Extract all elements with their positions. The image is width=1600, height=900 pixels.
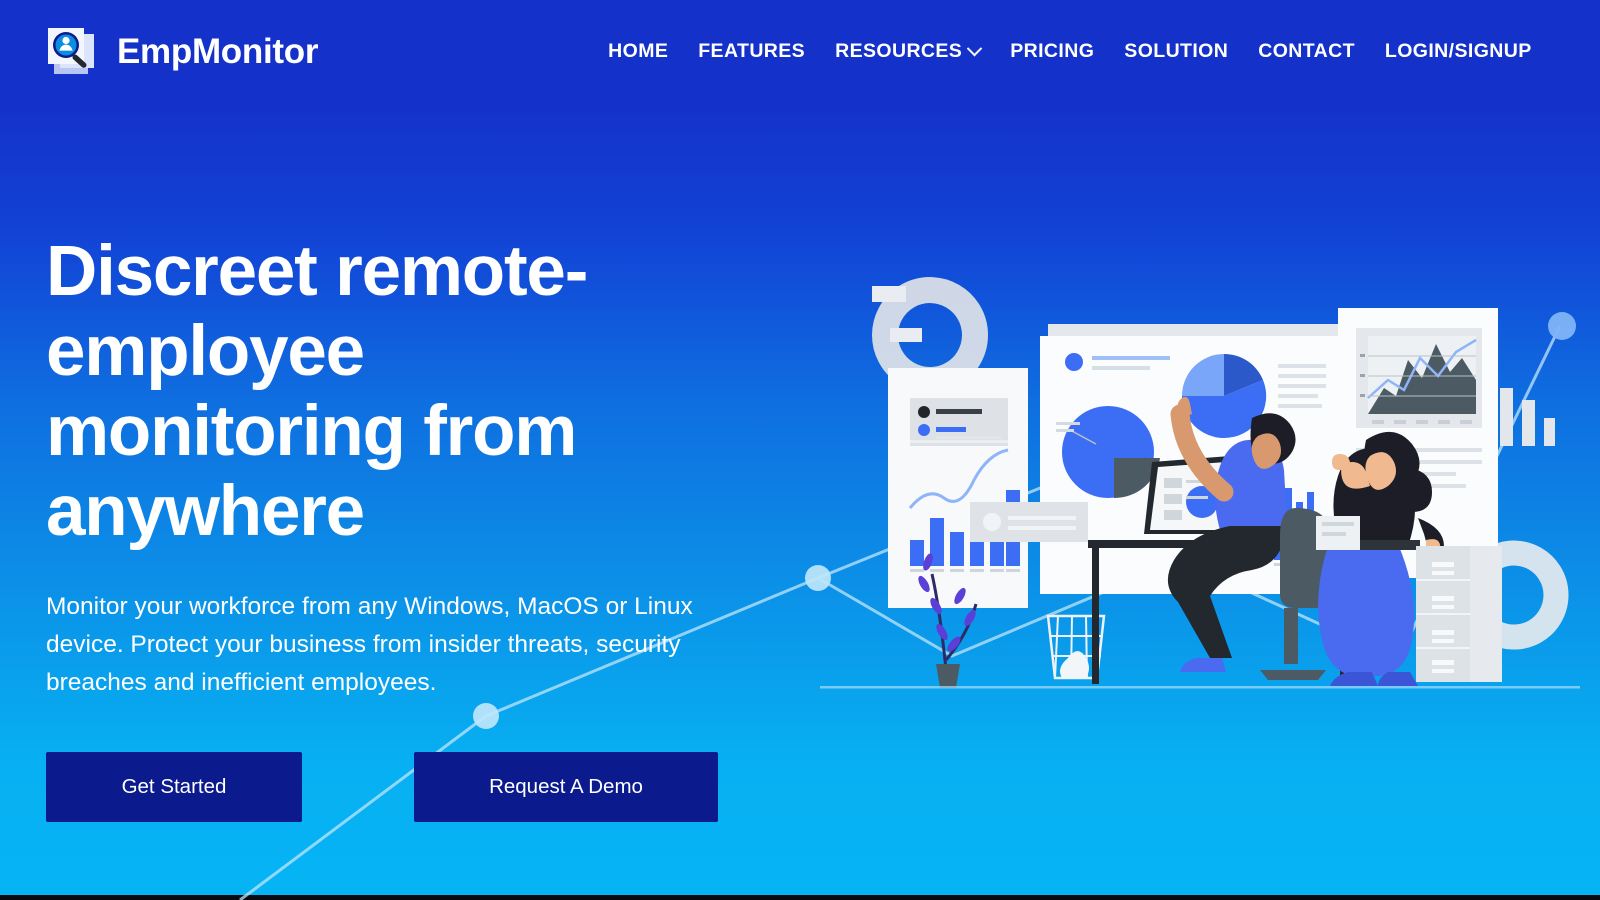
request-demo-button[interactable]: Request A Demo — [414, 752, 718, 822]
nav-item-resources[interactable]: RESOURCES — [835, 40, 983, 63]
nav-item-label: HOME — [608, 40, 669, 62]
get-started-button[interactable]: Get Started — [46, 752, 302, 822]
nav-item-label: PRICING — [1010, 40, 1095, 62]
nav-item-label: FEATURES — [698, 40, 806, 62]
site-header: EmpMonitor HOME FEATURES RESOURCES PRICI… — [0, 0, 1600, 103]
nav-item-features[interactable]: FEATURES — [698, 40, 805, 63]
cta-row: Get Started Request A Demo — [46, 752, 786, 822]
page-title: Discreet remote-employee monitoring from… — [46, 232, 588, 551]
brand-name: EmpMonitor — [117, 31, 319, 71]
filing-cabinet — [1416, 546, 1502, 682]
landing-page: EmpMonitor HOME FEATURES RESOURCES PRICI… — [0, 0, 1600, 900]
left-dashboard-panel — [888, 368, 1028, 608]
main-navigation: HOME FEATURES RESOURCES PRICING SOLUTION… — [608, 40, 1532, 63]
hero-subtext: Monitor your workforce from any Windows,… — [46, 593, 693, 696]
nav-item-contact[interactable]: CONTACT — [1258, 40, 1355, 63]
nav-item-home[interactable]: HOME — [608, 40, 668, 63]
nav-item-label: LOGIN/SIGNUP — [1384, 40, 1532, 62]
nav-item-label: CONTACT — [1258, 40, 1355, 62]
nav-item-solution[interactable]: SOLUTION — [1124, 40, 1228, 63]
brand-logo[interactable]: EmpMonitor — [46, 24, 318, 80]
nav-item-label: RESOURCES — [835, 40, 963, 62]
desk-card — [1316, 516, 1360, 550]
magnifier-person-logo-icon — [46, 24, 104, 80]
chevron-down-icon — [966, 40, 983, 57]
wall-label-card — [970, 502, 1088, 542]
nav-item-label: SOLUTION — [1124, 40, 1229, 62]
team-analytics-dashboard-illustration — [800, 240, 1600, 690]
nav-item-login-signup[interactable]: LOGIN/SIGNUP — [1385, 40, 1532, 63]
hero-section: Discreet remote-employee monitoring from… — [46, 232, 786, 822]
nav-item-pricing[interactable]: PRICING — [1010, 40, 1094, 63]
